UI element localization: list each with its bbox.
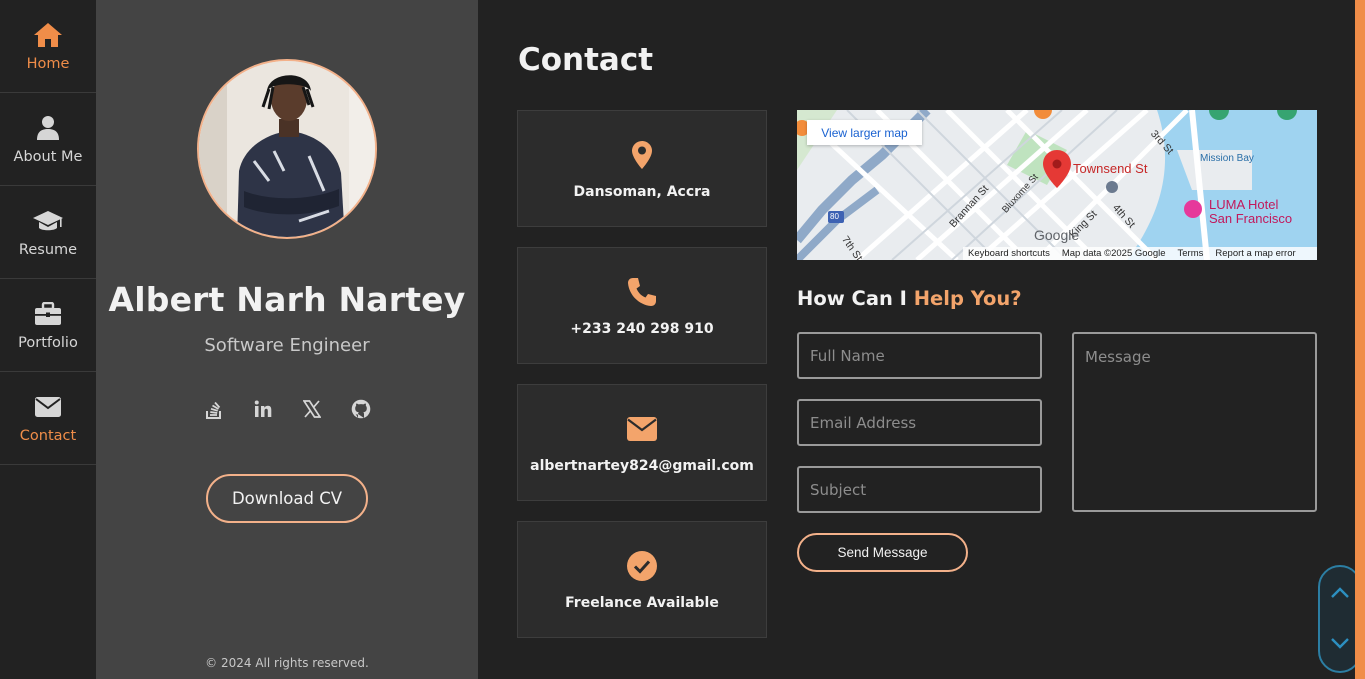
send-message-button[interactable]: Send Message bbox=[797, 533, 968, 572]
card-text: Dansoman, Accra bbox=[573, 183, 711, 200]
card-text: Freelance Available bbox=[565, 594, 719, 611]
help-title-accent: Help You? bbox=[913, 287, 1022, 310]
stack-overflow-icon[interactable] bbox=[203, 397, 225, 421]
x-icon[interactable] bbox=[301, 397, 323, 421]
nav-item-portfolio[interactable]: Portfolio bbox=[0, 279, 96, 372]
map-pin-label: Townsend St bbox=[1073, 161, 1148, 176]
subject-field[interactable]: Subject bbox=[797, 466, 1042, 513]
contact-card-email: albertnartey824@gmail.com bbox=[517, 384, 767, 501]
message-field[interactable]: Message bbox=[1072, 332, 1317, 512]
page-title: Contact bbox=[518, 42, 654, 78]
map-data-text: Map data ©2025 Google bbox=[1061, 248, 1166, 259]
envelope-icon bbox=[626, 412, 658, 446]
download-cv-button[interactable]: Download CV bbox=[206, 474, 368, 523]
contact-section: Contact Dansoman, Accra +233 240 298 910… bbox=[478, 0, 1355, 679]
graduation-cap-icon bbox=[32, 206, 64, 236]
copyright-text: © 2024 All rights reserved. bbox=[205, 656, 369, 670]
linkedin-icon[interactable] bbox=[252, 397, 274, 421]
envelope-icon bbox=[34, 392, 62, 422]
help-title: How Can I Help You? bbox=[797, 287, 1022, 310]
scrollbar[interactable] bbox=[1355, 0, 1365, 679]
check-circle-icon bbox=[626, 549, 658, 583]
side-nav: Home About Me Resume Portfolio Contact bbox=[0, 0, 96, 679]
social-links bbox=[96, 397, 478, 421]
view-larger-map-link[interactable]: View larger map bbox=[807, 120, 922, 145]
profile-panel: Albert Narh Nartey Software Engineer Dow… bbox=[96, 0, 478, 679]
map-hotel-label-2: San Francisco bbox=[1209, 211, 1293, 226]
keyboard-shortcuts-link[interactable]: Keyboard shortcuts bbox=[968, 248, 1050, 259]
nav-label: Resume bbox=[18, 242, 78, 258]
full-name-field[interactable]: Full Name bbox=[797, 332, 1042, 379]
nav-label: Home bbox=[26, 56, 70, 72]
help-title-prefix: How Can I bbox=[797, 287, 914, 310]
profile-photo bbox=[197, 59, 377, 239]
chevron-up-icon[interactable] bbox=[1320, 573, 1360, 613]
location-pin-icon bbox=[631, 138, 653, 172]
nav-label: Contact bbox=[19, 428, 77, 444]
contact-card-phone: +233 240 298 910 bbox=[517, 247, 767, 364]
email-field[interactable]: Email Address bbox=[797, 399, 1042, 446]
report-error-link[interactable]: Report a map error bbox=[1215, 248, 1295, 259]
map-hotel-label: LUMA Hotel bbox=[1209, 197, 1279, 212]
profile-name: Albert Narh Nartey bbox=[108, 280, 466, 319]
phone-icon bbox=[626, 275, 658, 309]
user-icon bbox=[36, 113, 60, 143]
app: Home About Me Resume Portfolio Contact A… bbox=[0, 0, 1365, 679]
nav-item-about[interactable]: About Me bbox=[0, 93, 96, 186]
google-map[interactable]: Townsend St LUMA Hotel San Francisco Mis… bbox=[797, 110, 1317, 260]
contact-card-freelance: Freelance Available bbox=[517, 521, 767, 638]
chevron-down-icon[interactable] bbox=[1320, 623, 1360, 663]
google-logo: Google bbox=[1034, 227, 1080, 243]
map-highway-label: 80 bbox=[830, 212, 839, 221]
briefcase-icon bbox=[34, 299, 62, 329]
nav-label: About Me bbox=[13, 149, 83, 165]
github-icon[interactable] bbox=[350, 397, 372, 421]
home-icon bbox=[33, 20, 63, 50]
card-text: +233 240 298 910 bbox=[570, 320, 714, 337]
nav-item-contact[interactable]: Contact bbox=[0, 372, 96, 465]
contact-card-location: Dansoman, Accra bbox=[517, 110, 767, 227]
nav-item-resume[interactable]: Resume bbox=[0, 186, 96, 279]
nav-item-home[interactable]: Home bbox=[0, 0, 96, 93]
terms-link[interactable]: Terms bbox=[1178, 248, 1204, 259]
profile-role: Software Engineer bbox=[204, 335, 370, 356]
map-footer: Keyboard shortcuts Map data ©2025 Google… bbox=[963, 247, 1317, 260]
card-text: albertnartey824@gmail.com bbox=[530, 457, 754, 474]
map-bay-label: Mission Bay bbox=[1200, 153, 1254, 164]
nav-label: Portfolio bbox=[18, 335, 78, 351]
